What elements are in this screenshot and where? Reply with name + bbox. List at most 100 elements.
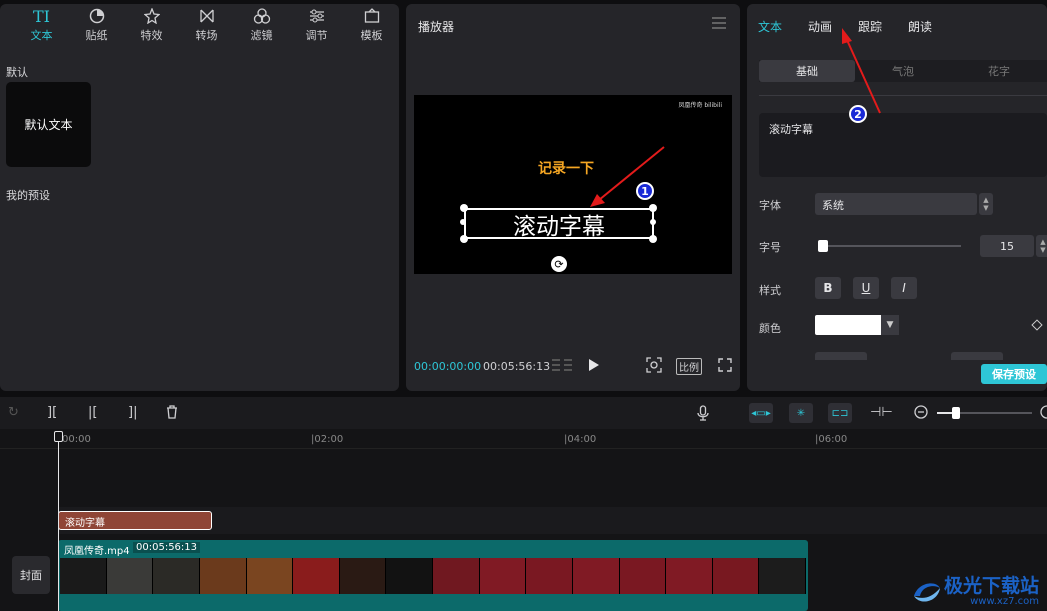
template-icon — [364, 7, 380, 25]
microphone-icon[interactable] — [697, 405, 709, 425]
link-icon[interactable]: ⊏⊐ — [828, 403, 852, 423]
player-panel: 播放器 凤凰传奇 bilibili 记录一下 滚动字幕 ⟳ 1 00:00:00… — [406, 4, 740, 391]
auto-snap-icon[interactable]: ✳ — [789, 403, 813, 423]
zoom-out-icon[interactable] — [914, 405, 928, 423]
chevron-down-icon[interactable]: ▼ — [881, 315, 899, 335]
clip-thumbnail — [666, 558, 713, 594]
clip-thumbnail — [246, 558, 294, 594]
tab-filter[interactable]: 滤镜 — [234, 4, 289, 46]
zoom-slider-handle[interactable] — [952, 407, 960, 419]
clip-thumbnail — [526, 558, 573, 594]
text-clip[interactable]: 滚动字幕 — [58, 511, 212, 530]
color-swatch[interactable] — [815, 315, 881, 335]
playhead-handle[interactable] — [54, 431, 63, 442]
logo-text: 极光下载站 — [943, 575, 1039, 597]
logo-swirl-icon — [913, 582, 940, 602]
tool-tabs: TI 文本 贴纸 特效 转场 滤镜 调节 模板 — [0, 4, 399, 46]
split-left-icon[interactable]: |[ — [88, 405, 97, 420]
clip-thumbnail — [479, 558, 527, 594]
clip-thumbnail — [386, 558, 433, 594]
current-time: 00:00:00:00 — [414, 360, 482, 373]
size-stepper-icon[interactable]: ▲ ▼ — [1036, 235, 1047, 257]
annotation-badge-1: 1 — [636, 182, 654, 200]
color-label: 颜色 — [759, 322, 781, 335]
tab-effects[interactable]: 特效 — [124, 4, 179, 46]
clip-thumbnails — [60, 558, 806, 594]
ruler-label: |06:00 — [815, 434, 848, 445]
clip-thumbnail — [60, 558, 107, 594]
playhead[interactable] — [58, 431, 59, 611]
video-preview[interactable]: 凤凰传奇 bilibili 记录一下 滚动字幕 ⟳ 1 — [414, 95, 732, 274]
cropped-field — [815, 352, 867, 360]
materials-panel: TI 文本 贴纸 特效 转场 滤镜 调节 模板 默认 默认文本 我的预设 — [0, 4, 399, 391]
ruler-label: |02:00 — [311, 434, 344, 445]
clip-thumbnail — [293, 558, 340, 594]
main-track-magnet-icon[interactable]: ◂▭▸ — [749, 403, 773, 423]
ruler-label: 00:00 — [62, 434, 91, 445]
filter-icon — [253, 7, 271, 25]
effects-icon — [143, 7, 160, 25]
adjust-icon — [309, 7, 325, 25]
clip-thumbnail — [339, 558, 387, 594]
tab-template[interactable]: 模板 — [344, 4, 399, 46]
timeline: 00:00 |02:00 |04:00 |06:00 滚动字幕 封面 凤凰传奇.… — [0, 429, 1047, 611]
time-ruler[interactable] — [0, 429, 1047, 449]
properties-panel: 文本 动画 跟踪 朗读 基础 气泡 花字 滚动字幕 字体 系统 ▲ ▼ 字号 15… — [747, 4, 1047, 391]
underline-button[interactable]: U — [853, 277, 879, 299]
site-logo: 极光下载站 www.xz7.com — [910, 576, 1039, 607]
timeline-toolbar: ↻ ][ |[ ]| ◂▭▸ ✳ ⊏⊐ ⊣⊢ — [0, 397, 1047, 429]
player-title: 播放器 — [418, 20, 455, 34]
clip-duration: 00:05:56:13 — [133, 542, 201, 553]
preview-axis-icon[interactable]: ⊣⊢ — [870, 405, 893, 420]
tab-adjust[interactable]: 调节 — [289, 4, 344, 46]
default-text-card[interactable]: 默认文本 — [6, 82, 91, 167]
cover-button[interactable]: 封面 — [12, 556, 50, 594]
video-clip[interactable]: 凤凰传奇.mp4 00:05:56:13 — [58, 540, 808, 611]
logo-url: www.xz7.com — [970, 596, 1039, 607]
size-input[interactable]: 15 — [980, 235, 1034, 257]
annotation-badge-2: 2 — [849, 105, 867, 123]
tab-transition[interactable]: 转场 — [179, 4, 234, 46]
tab-sticker[interactable]: 贴纸 — [69, 4, 124, 46]
fit-screen-icon[interactable] — [646, 357, 662, 376]
zoom-in-icon[interactable] — [1040, 405, 1047, 423]
size-label: 字号 — [759, 241, 781, 254]
redo-icon[interactable]: ↻ — [8, 405, 19, 420]
timeline-grid-icon[interactable] — [551, 358, 573, 375]
clip-thumbnail — [712, 558, 760, 594]
font-label: 字体 — [759, 199, 781, 212]
clip-thumbnail — [433, 558, 480, 594]
ruler-label: |04:00 — [564, 434, 597, 445]
menu-icon[interactable] — [712, 17, 726, 32]
tab-text[interactable]: TI 文本 — [14, 4, 69, 46]
clip-filename: 凤凰传奇.mp4 — [64, 546, 130, 557]
cropped-field — [951, 352, 1003, 360]
ratio-button[interactable]: 比例 — [676, 358, 702, 375]
font-select[interactable]: 系统 — [815, 193, 977, 215]
text-icon: TI — [33, 6, 50, 26]
font-chevron-icon[interactable]: ▲ ▼ — [979, 193, 993, 215]
bold-button[interactable]: B — [815, 277, 841, 299]
style-label: 样式 — [759, 284, 781, 297]
size-slider-handle[interactable] — [818, 240, 828, 252]
sticker-icon — [89, 7, 105, 25]
annotation-arrow-2 — [842, 28, 881, 114]
play-icon[interactable] — [588, 358, 600, 375]
keyframe-icon[interactable] — [1031, 319, 1043, 331]
clip-thumbnail — [106, 558, 154, 594]
clip-thumbnail — [199, 558, 247, 594]
clip-thumbnail — [572, 558, 620, 594]
delete-icon[interactable] — [166, 405, 178, 423]
fullscreen-icon[interactable] — [718, 358, 732, 375]
italic-button[interactable]: I — [891, 277, 917, 299]
size-slider-track[interactable] — [821, 245, 961, 247]
save-preset-button[interactable]: 保存预设 — [981, 364, 1047, 384]
annotation-arrow-1 — [590, 146, 665, 207]
clip-thumbnail — [759, 558, 806, 594]
total-time: 00:05:56:13 — [483, 360, 551, 373]
clip-thumbnail — [153, 558, 200, 594]
split-right-icon[interactable]: ]| — [128, 405, 137, 420]
transition-icon — [199, 7, 215, 25]
split-icon[interactable]: ][ — [47, 405, 57, 420]
clip-thumbnail — [619, 558, 667, 594]
